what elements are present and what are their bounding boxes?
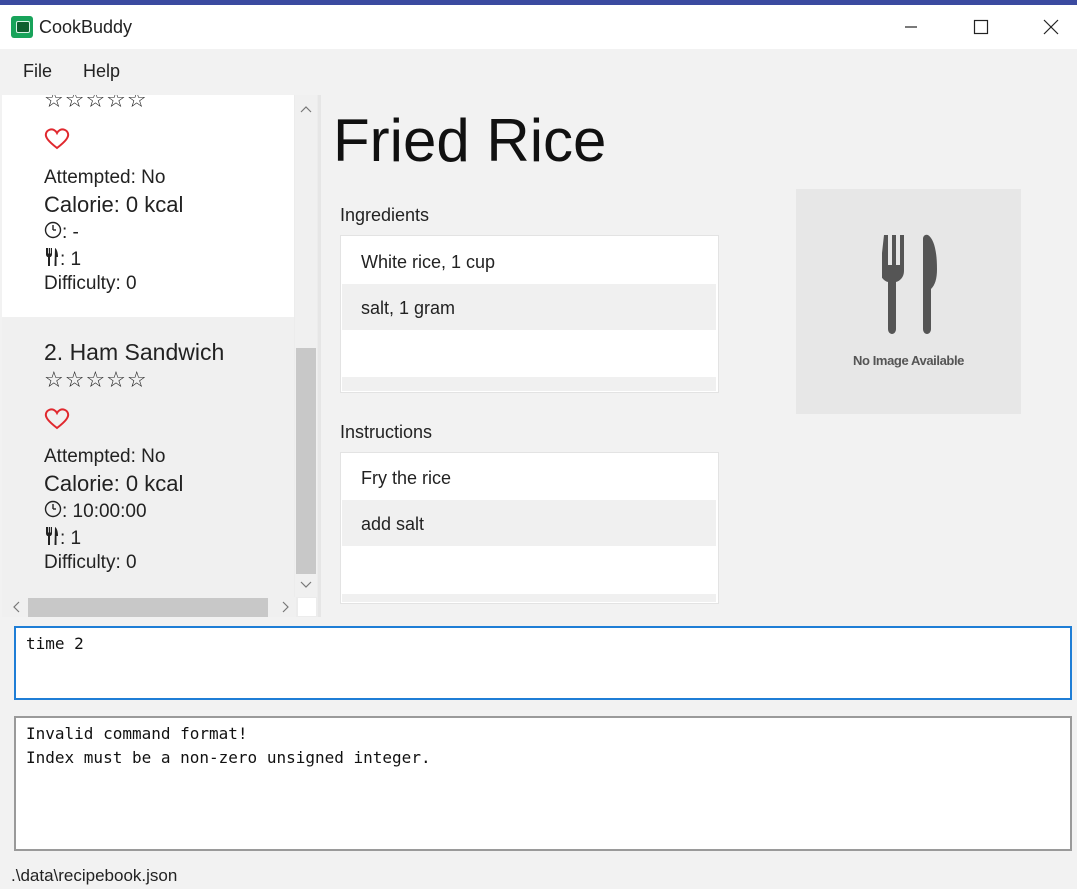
time-value: : -: [62, 222, 79, 244]
title-bar[interactable]: CookBuddy: [0, 5, 1077, 49]
list-item[interactable]: Fry the rice: [342, 454, 716, 500]
attempted-label: Attempted: No: [44, 167, 166, 188]
vertical-scroll-thumb[interactable]: [296, 348, 316, 574]
result-line: Index must be a non-zero unsigned intege…: [26, 748, 431, 767]
scroll-down-icon[interactable]: [295, 575, 317, 595]
calorie-label: Calorie: 0 kcal: [44, 471, 184, 496]
time-row: : -: [44, 221, 79, 245]
list-scroll-track: [342, 594, 716, 602]
time-value: : 10:00:00: [62, 501, 147, 523]
minimize-button[interactable]: [888, 10, 934, 44]
maximize-icon: [973, 19, 989, 35]
cutlery-icon: [44, 526, 60, 552]
scroll-up-icon[interactable]: [295, 99, 317, 119]
clock-icon: [44, 500, 62, 524]
calorie-label: Calorie: 0 kcal: [44, 192, 184, 217]
cutlery-icon: [44, 247, 60, 273]
recipe-card[interactable]: ☆☆☆☆☆ Attempted: No Calorie: 0 kcal : - …: [2, 95, 294, 317]
ingredients-label: Ingredients: [340, 205, 430, 225]
command-input-text[interactable]: time 2: [26, 634, 84, 653]
image-caption: No Image Available: [852, 353, 965, 368]
scroll-left-icon[interactable]: [6, 597, 26, 617]
recipe-title: Fried Rice: [333, 107, 607, 174]
time-row: : 10:00:00: [44, 500, 147, 524]
favourite-heart-icon[interactable]: [44, 127, 70, 156]
split-divider[interactable]: [318, 95, 321, 617]
list-item[interactable]: White rice, 1 cup: [342, 238, 716, 284]
list-item[interactable]: salt, 1 gram: [342, 284, 716, 330]
scroll-right-icon[interactable]: [276, 597, 296, 617]
ingredients-list[interactable]: White rice, 1 cup salt, 1 gram: [340, 235, 719, 393]
horizontal-scrollbar[interactable]: [4, 597, 296, 617]
result-display: Invalid command format! Index must be a …: [14, 716, 1072, 851]
difficulty-label: Difficulty: 0: [44, 273, 137, 294]
scroll-corner: [298, 598, 316, 616]
window-title: CookBuddy: [39, 17, 133, 37]
serving-value: : 1: [60, 528, 82, 550]
maximize-button[interactable]: [958, 10, 1004, 44]
horizontal-scroll-thumb[interactable]: [28, 598, 268, 617]
favourite-heart-icon[interactable]: [44, 407, 70, 436]
rating-stars: ☆☆☆☆☆: [44, 367, 148, 392]
instructions-list[interactable]: Fry the rice add salt: [340, 452, 719, 604]
recipe-list[interactable]: ☆☆☆☆☆ Attempted: No Calorie: 0 kcal : - …: [2, 95, 318, 617]
attempted-label: Attempted: No: [44, 446, 166, 467]
fork-knife-icon: [882, 234, 937, 334]
result-line: Invalid command format!: [26, 724, 248, 743]
clock-icon: [44, 221, 62, 245]
instructions-label: Instructions: [340, 422, 433, 442]
command-input[interactable]: time 2: [14, 626, 1072, 700]
menu-help[interactable]: Help: [83, 61, 120, 82]
close-button[interactable]: [1028, 10, 1074, 44]
close-icon: [1043, 19, 1059, 35]
menu-file[interactable]: File: [23, 61, 52, 82]
menu-bar: File Help: [0, 49, 1077, 93]
rating-stars: ☆☆☆☆☆: [44, 95, 148, 112]
serving-value: : 1: [60, 249, 82, 271]
recipe-card[interactable]: 2. Ham Sandwich ☆☆☆☆☆ Attempted: No Calo…: [2, 317, 294, 617]
difficulty-label: Difficulty: 0: [44, 552, 137, 573]
recipe-name: 2. Ham Sandwich: [44, 339, 225, 365]
minimize-icon: [905, 26, 917, 28]
list-item[interactable]: add salt: [342, 500, 716, 546]
serving-row: : 1: [44, 526, 81, 552]
recipe-image-placeholder: No Image Available: [796, 189, 1021, 414]
vertical-scrollbar[interactable]: [295, 95, 317, 597]
app-icon: [11, 16, 33, 38]
status-bar-path: .\data\recipebook.json: [11, 866, 178, 885]
list-scroll-track: [342, 377, 716, 391]
serving-row: : 1: [44, 247, 81, 273]
